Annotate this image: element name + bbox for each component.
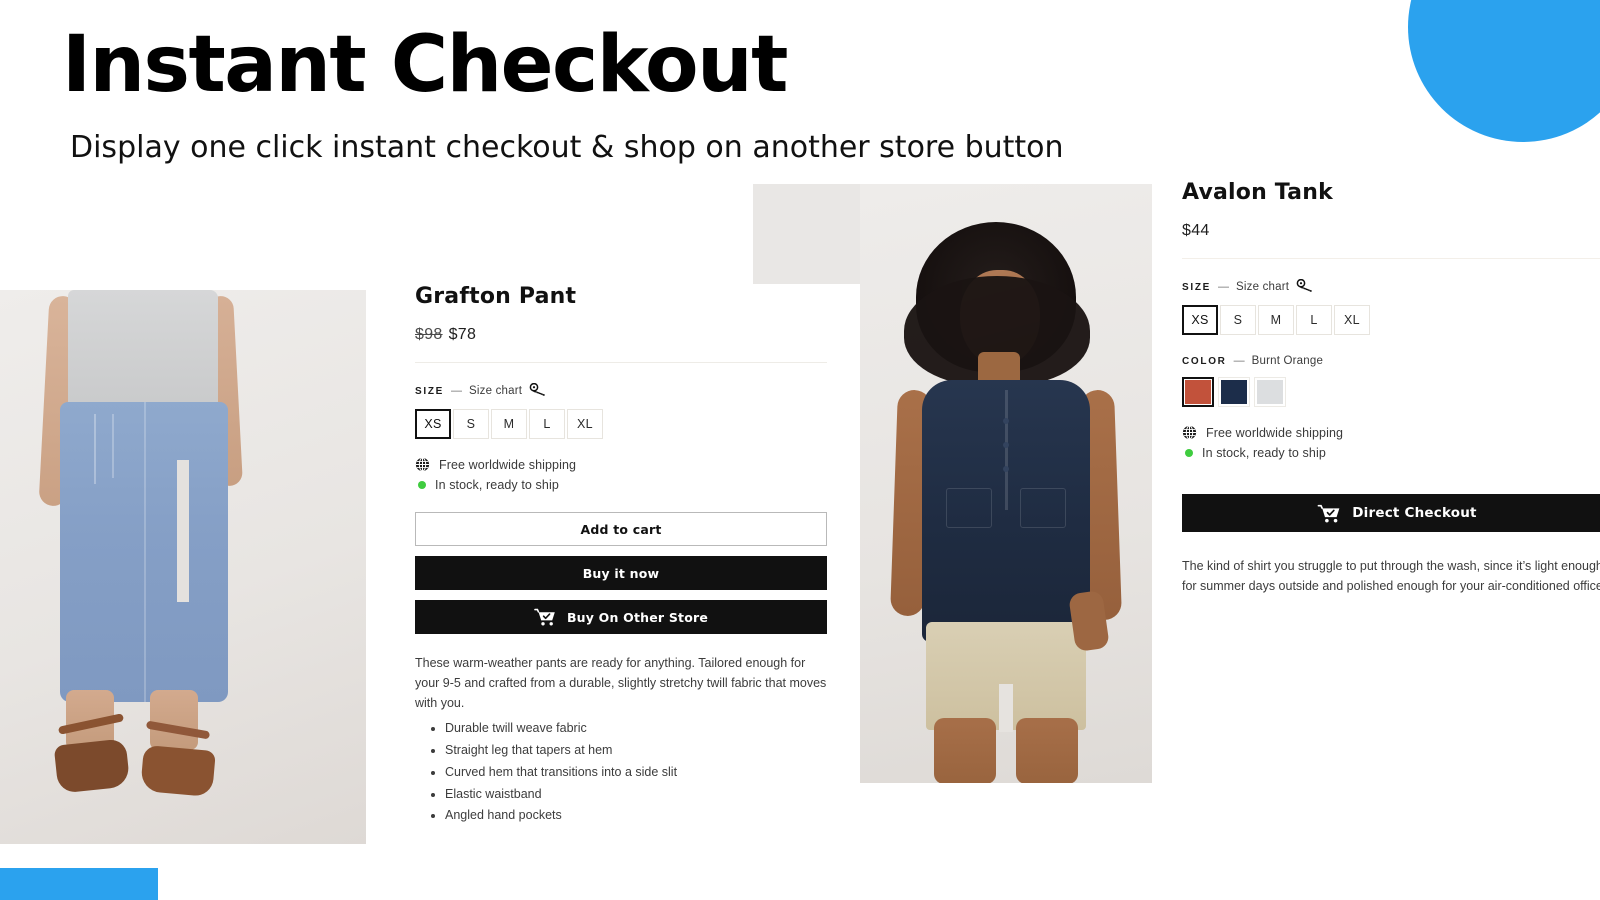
product-detail-avalon-tank: Avalon Tank $44 SIZE — Size chart XS S M…	[1182, 180, 1600, 597]
size-option-m[interactable]: M	[491, 409, 527, 439]
size-option-xl[interactable]: XL	[567, 409, 603, 439]
size-label: SIZE	[1182, 281, 1212, 293]
ruler-icon[interactable]	[529, 382, 546, 399]
add-to-cart-label: Add to cart	[580, 521, 662, 537]
size-label: SIZE	[415, 385, 445, 397]
product-description: These warm-weather pants are ready for a…	[415, 654, 827, 826]
product-detail-grafton-pant: Grafton Pant $98 $78 SIZE — Size chart XS…	[415, 284, 827, 828]
globe-icon	[1182, 425, 1197, 440]
size-option-l[interactable]: L	[1296, 305, 1332, 335]
price-current: $44	[1182, 222, 1210, 239]
slide-canvas: Instant Checkout Display one click insta…	[0, 0, 1600, 900]
shopping-cart-icon	[1317, 504, 1341, 523]
feature-list: Durable twill weave fabric Straight leg …	[415, 719, 827, 826]
product-meta: Free worldwide shipping In stock, ready …	[1182, 425, 1600, 460]
buy-on-other-store-button[interactable]: Buy On Other Store	[415, 600, 827, 634]
size-option-s[interactable]: S	[453, 409, 489, 439]
list-item: Angled hand pockets	[445, 806, 827, 826]
dash-separator: —	[1218, 281, 1230, 293]
size-option-l[interactable]: L	[529, 409, 565, 439]
direct-checkout-button[interactable]: Direct Checkout	[1182, 494, 1600, 532]
color-swatch-light-grey[interactable]	[1254, 377, 1286, 407]
blue-circle-decoration	[1408, 0, 1600, 142]
status-dot-icon	[1185, 449, 1193, 457]
list-item: Elastic waistband	[445, 785, 827, 805]
stock-text: In stock, ready to ship	[1202, 446, 1326, 460]
dash-separator: —	[451, 385, 463, 397]
size-option-xs[interactable]: XS	[1182, 305, 1218, 335]
divider	[1182, 258, 1600, 259]
product-image-avalon-tank	[860, 184, 1152, 783]
color-swatch-navy[interactable]	[1218, 377, 1250, 407]
size-option-header: SIZE — Size chart	[415, 382, 827, 399]
product-title: Grafton Pant	[415, 284, 577, 309]
color-selected-name: Burnt Orange	[1251, 355, 1324, 367]
ruler-icon[interactable]	[1296, 278, 1313, 295]
shipping-text: Free worldwide shipping	[439, 457, 577, 472]
size-selector[interactable]: XS S M L XL	[1182, 305, 1600, 335]
size-chart-link[interactable]: Size chart	[1236, 281, 1289, 293]
description-paragraph: The kind of shirt you struggle to put th…	[1182, 559, 1600, 594]
size-chart-link[interactable]: Size chart	[469, 385, 522, 397]
shopping-cart-icon	[534, 608, 556, 626]
description-paragraph: These warm-weather pants are ready for a…	[415, 656, 827, 710]
shipping-row: Free worldwide shipping	[415, 457, 827, 472]
size-option-s[interactable]: S	[1220, 305, 1256, 335]
color-option-header: COLOR — Burnt Orange	[1182, 355, 1600, 367]
add-to-cart-button[interactable]: Add to cart	[415, 512, 827, 546]
list-item: Durable twill weave fabric	[445, 719, 827, 739]
product-image-grafton-pant	[0, 290, 366, 844]
size-option-xl[interactable]: XL	[1334, 305, 1370, 335]
product-description: The kind of shirt you struggle to put th…	[1182, 556, 1600, 597]
list-item: Curved hem that transitions into a side …	[445, 763, 827, 783]
color-label: COLOR	[1182, 355, 1227, 367]
product-price: $44	[1182, 222, 1600, 240]
stock-row: In stock, ready to ship	[1182, 446, 1600, 460]
color-selector[interactable]	[1182, 377, 1600, 407]
color-swatch-burnt-orange[interactable]	[1182, 377, 1214, 407]
product-title: Avalon Tank	[1182, 180, 1333, 205]
status-dot-icon	[418, 481, 426, 489]
swatch-fill	[1221, 380, 1247, 404]
product-price: $98 $78	[415, 326, 827, 344]
size-option-m[interactable]: M	[1258, 305, 1294, 335]
page-subtitle: Display one click instant checkout & sho…	[70, 130, 1064, 165]
blue-bar-decoration	[0, 868, 158, 900]
swatch-fill	[1257, 380, 1283, 404]
size-selector[interactable]: XS S M L XL	[415, 409, 827, 439]
buy-it-now-button[interactable]: Buy it now	[415, 556, 827, 590]
action-buttons: Direct Checkout	[1182, 494, 1600, 532]
buy-it-now-label: Buy it now	[582, 565, 660, 581]
action-buttons: Add to cart Buy it now Buy On Other Stor…	[415, 512, 827, 634]
size-option-xs[interactable]: XS	[415, 409, 451, 439]
price-original: $98	[415, 326, 443, 343]
divider	[415, 362, 827, 363]
stock-row: In stock, ready to ship	[415, 478, 827, 492]
shipping-text: Free worldwide shipping	[1206, 425, 1344, 440]
swatch-fill	[1185, 380, 1211, 404]
list-item: Straight leg that tapers at hem	[445, 741, 827, 761]
shipping-row: Free worldwide shipping	[1182, 425, 1600, 440]
dash-separator: —	[1233, 355, 1245, 367]
product-meta: Free worldwide shipping In stock, ready …	[415, 457, 827, 492]
page-title: Instant Checkout	[62, 20, 788, 110]
size-option-header: SIZE — Size chart	[1182, 278, 1600, 295]
price-current: $78	[448, 326, 477, 343]
globe-icon	[415, 457, 430, 472]
buy-on-other-store-label: Buy On Other Store	[566, 609, 709, 625]
direct-checkout-label: Direct Checkout	[1352, 505, 1477, 521]
stock-text: In stock, ready to ship	[435, 478, 559, 492]
